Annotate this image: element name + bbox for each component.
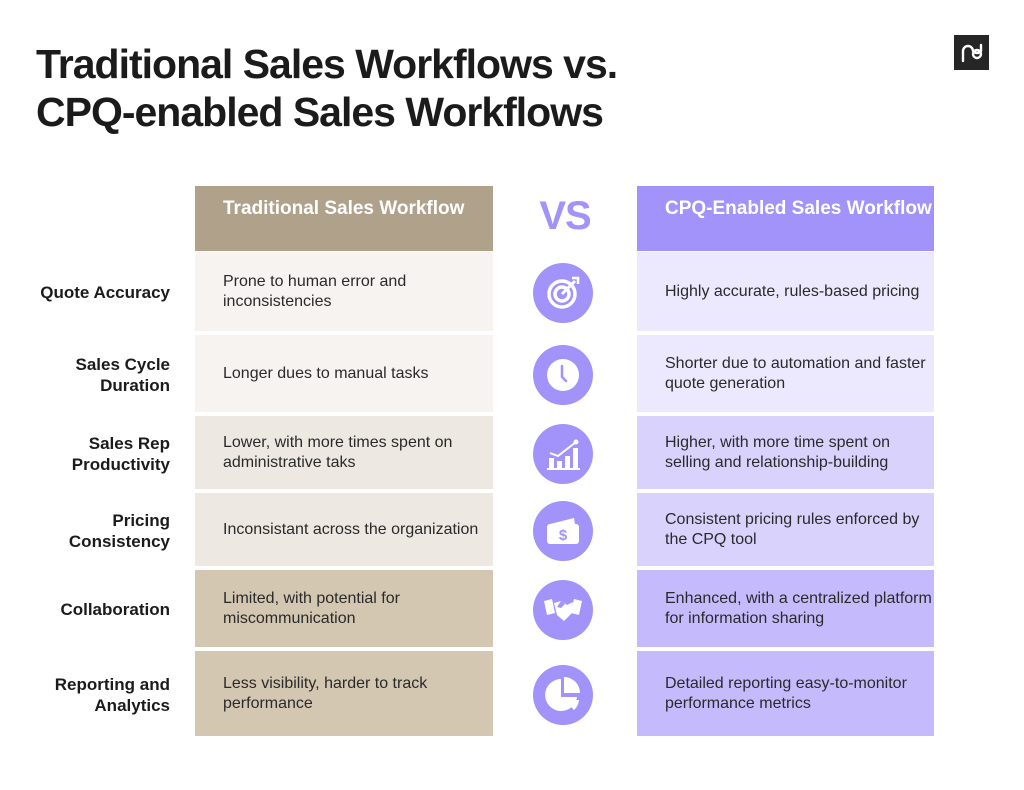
traditional-column-header: Traditional Sales Workflow xyxy=(195,186,493,251)
row-label: Sales Cycle Duration xyxy=(75,354,170,395)
cpq-cell: Shorter due to automation and faster quo… xyxy=(637,335,934,412)
clock-icon xyxy=(533,344,593,405)
pd-logo-icon xyxy=(954,35,989,70)
cpq-column-header: CPQ-Enabled Sales Workflow xyxy=(637,186,934,251)
vs-label: VS xyxy=(539,194,591,238)
row-label: Sales Rep Productivity xyxy=(71,433,170,474)
pie-chart-icon xyxy=(533,664,593,725)
traditional-cell: Longer dues to manual tasks xyxy=(195,335,493,412)
row-label: Quote Accuracy xyxy=(40,283,170,302)
row-label: Pricing Consistency xyxy=(68,510,170,551)
traditional-cell: Inconsistant across the organization xyxy=(195,493,493,566)
cpq-cell: Consistent pricing rules enforced by the… xyxy=(637,493,934,566)
svg-text:$: $ xyxy=(559,527,568,544)
growth-chart-icon xyxy=(533,423,593,484)
handshake-icon xyxy=(533,579,593,640)
title-line-1: Traditional Sales Workflows vs. xyxy=(36,41,618,87)
traditional-cell: Lower, with more times spent on administ… xyxy=(195,416,493,489)
traditional-cell: Less visibility, harder to track perform… xyxy=(195,651,493,736)
cpq-cell: Higher, with more time spent on selling … xyxy=(637,416,934,489)
cpq-cell: Detailed reporting easy-to-monitor perfo… xyxy=(637,651,934,736)
page-title: Traditional Sales Workflows vs. CPQ-enab… xyxy=(36,40,618,136)
row-label: Collaboration xyxy=(60,600,170,619)
target-icon xyxy=(533,262,593,323)
title-line-2: CPQ-enabled Sales Workflows xyxy=(36,89,604,135)
row-label: Reporting and Analytics xyxy=(54,674,170,715)
traditional-cell: Limited, with potential for miscommunica… xyxy=(195,570,493,647)
cpq-cell: Enhanced, with a centralized platform fo… xyxy=(637,570,934,647)
cpq-cell: Highly accurate, rules-based pricing xyxy=(637,252,934,331)
money-wallet-icon: $ xyxy=(533,500,593,561)
traditional-cell: Prone to human error and inconsistencies xyxy=(195,252,493,331)
